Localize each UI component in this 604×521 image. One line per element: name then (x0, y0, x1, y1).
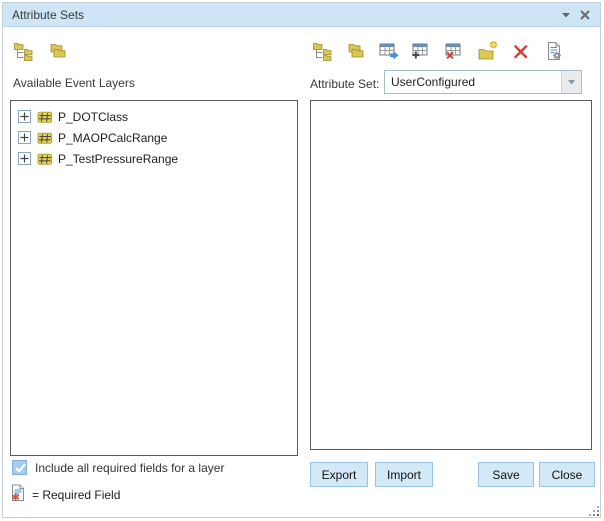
available-event-layers-list[interactable]: P_DOTClass P_MAOPCalcRange P_TestPressur… (10, 100, 298, 456)
expand-event-layers-icon[interactable] (14, 40, 34, 62)
expand-plus-icon[interactable] (18, 110, 31, 123)
required-field-icon (11, 484, 26, 505)
attribute-set-dropdown[interactable]: UserConfigured (384, 70, 582, 94)
close-icon[interactable] (579, 9, 591, 21)
attribute-set-properties-icon[interactable] (544, 40, 564, 62)
new-attribute-set-icon[interactable] (478, 40, 498, 62)
event-layers-toolbar (14, 40, 68, 62)
add-table-icon[interactable] (412, 40, 432, 62)
attribute-set-label: Attribute Set: (310, 77, 379, 91)
expand-plus-icon[interactable] (18, 131, 31, 144)
import-button[interactable]: Import (375, 462, 433, 487)
required-field-legend-label: = Required Field (32, 488, 120, 502)
attribute-set-list[interactable] (310, 100, 592, 450)
window-title: Attribute Sets (12, 8, 84, 22)
available-event-layers-label: Available Event Layers (13, 76, 135, 90)
expand-plus-icon[interactable] (18, 152, 31, 165)
include-required-fields-row: Include all required fields for a layer (12, 460, 224, 475)
collapse-attribute-set-icon[interactable] (346, 40, 366, 62)
collapse-arrow-icon[interactable] (562, 12, 571, 18)
include-required-fields-label: Include all required fields for a layer (35, 461, 224, 475)
tree-item-label: P_TestPressureRange (58, 152, 178, 166)
tree-item-label: P_MAOPCalcRange (58, 131, 167, 145)
close-button[interactable]: Close (539, 462, 595, 487)
remove-table-icon[interactable] (445, 40, 465, 62)
required-field-legend: = Required Field (11, 484, 120, 505)
event-layer-icon (37, 109, 53, 125)
resize-grip[interactable] (588, 505, 601, 518)
export-table-icon[interactable] (379, 40, 399, 62)
dropdown-arrow-button[interactable] (561, 71, 581, 93)
include-required-fields-checkbox[interactable] (12, 460, 27, 475)
tree-item-label: P_DOTClass (58, 110, 128, 124)
delete-attribute-set-icon[interactable] (511, 40, 531, 62)
tree-item[interactable]: P_TestPressureRange (11, 148, 297, 169)
event-layer-icon (37, 130, 53, 146)
attribute-set-toolbar (313, 40, 564, 62)
save-button[interactable]: Save (478, 462, 534, 487)
expand-attribute-set-icon[interactable] (313, 40, 333, 62)
event-layer-icon (37, 151, 53, 167)
tree-item[interactable]: P_DOTClass (11, 106, 297, 127)
tree-item[interactable]: P_MAOPCalcRange (11, 127, 297, 148)
attribute-set-dropdown-value: UserConfigured (385, 71, 561, 93)
collapse-event-layers-icon[interactable] (48, 40, 68, 62)
titlebar: Attribute Sets (3, 3, 600, 27)
attribute-sets-dialog: Attribute Sets (2, 2, 601, 518)
export-button[interactable]: Export (310, 462, 368, 487)
